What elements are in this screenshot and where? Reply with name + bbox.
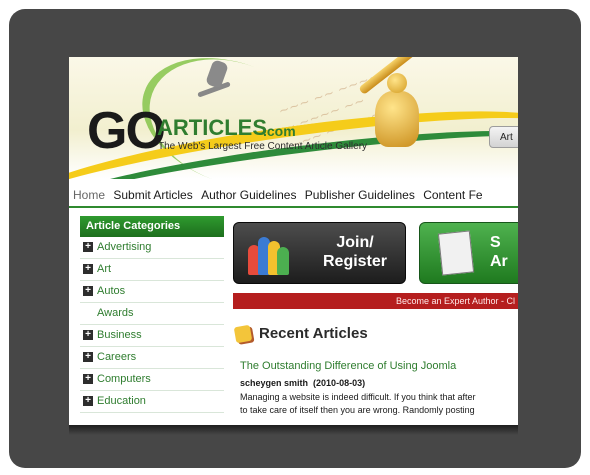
screenshot-shadow	[69, 425, 518, 435]
nav-content-feeds[interactable]: Content Fe	[423, 188, 482, 202]
gold-figure-icon	[375, 91, 419, 147]
join-register-button[interactable]: Join/ Register	[233, 222, 406, 284]
category-label[interactable]: Awards	[97, 303, 133, 324]
nav-publisher-guidelines[interactable]: Publisher Guidelines	[305, 188, 415, 202]
category-label[interactable]: Advertising	[97, 237, 151, 258]
expand-icon[interactable]: +	[83, 374, 93, 384]
submit-article-label: S Ar	[490, 233, 508, 271]
nav-home[interactable]: Home	[73, 188, 105, 202]
article-summary-line: Managing a website is indeed difficult. …	[240, 392, 476, 402]
expand-icon[interactable]: +	[83, 352, 93, 362]
category-label[interactable]: Careers	[97, 347, 136, 368]
join-register-label: Join/ Register	[310, 233, 400, 271]
category-business[interactable]: + Business	[80, 325, 224, 347]
category-autos[interactable]: + Autos	[80, 281, 224, 303]
join-label-line1: Join/	[336, 234, 374, 251]
category-advertising[interactable]: + Advertising	[80, 237, 224, 259]
article-date: (2010-08-03)	[313, 378, 366, 388]
recent-articles-heading: Recent Articles	[259, 325, 368, 342]
logo-go[interactable]: GO	[87, 105, 166, 157]
article-byline: scheygen smith (2010-08-03)	[240, 378, 365, 388]
paper-pencil-icon	[437, 230, 475, 276]
submit-label-line2: Ar	[490, 253, 508, 270]
category-label[interactable]: Art	[97, 259, 111, 280]
category-heading: Article Categories	[80, 216, 224, 237]
join-label-line2: Register	[322, 253, 388, 270]
expand-icon[interactable]: +	[83, 264, 93, 274]
category-education[interactable]: + Education	[80, 391, 224, 413]
star-icon	[233, 324, 253, 344]
gold-figure-head-icon	[387, 73, 407, 93]
expand-icon[interactable]: +	[83, 242, 93, 252]
category-computers[interactable]: + Computers	[80, 369, 224, 391]
header-button[interactable]: Art	[489, 126, 518, 148]
logo-articles[interactable]: ARTICLES	[157, 117, 267, 139]
expand-icon[interactable]: +	[83, 396, 93, 406]
submit-article-button[interactable]: S Ar	[419, 222, 518, 284]
nav-submit-articles[interactable]: Submit Articles	[113, 188, 192, 202]
site-header: ~~~ ~~ ~~~~ ~ ~~~~ ~~ ~~~ ~ ~~~~ GO ARTICL…	[69, 57, 518, 179]
category-label[interactable]: Education	[97, 391, 146, 412]
category-art[interactable]: + Art	[80, 259, 224, 281]
category-careers[interactable]: + Careers	[80, 347, 224, 369]
article-summary-line: to take care of itself then you are wron…	[240, 405, 475, 415]
website-screenshot: ~~~ ~~ ~~~~ ~ ~~~~ ~~ ~~~ ~ ~~~~ GO ARTICL…	[69, 57, 518, 429]
category-label[interactable]: Autos	[97, 281, 125, 302]
article-title-link[interactable]: The Outstanding Difference of Using Joom…	[240, 360, 456, 372]
nav-author-guidelines[interactable]: Author Guidelines	[201, 188, 296, 202]
submit-label-line1: S	[490, 234, 501, 251]
people-icon	[248, 231, 289, 275]
logo-com: .com	[263, 123, 296, 139]
category-label[interactable]: Computers	[97, 369, 151, 390]
category-sidebar: Article Categories + Advertising + Art +…	[80, 216, 224, 413]
article-author[interactable]: scheygen smith	[240, 378, 308, 388]
category-label[interactable]: Business	[97, 325, 142, 346]
category-awards[interactable]: Awards	[80, 303, 224, 325]
expand-icon[interactable]: +	[83, 286, 93, 296]
logo-tagline: The Web's Largest Free Content Article G…	[158, 141, 368, 152]
main-nav: Home Submit Articles Author Guidelines P…	[69, 184, 518, 208]
expert-author-banner[interactable]: Become an Expert Author - Cl	[233, 293, 518, 309]
expand-icon[interactable]: +	[83, 330, 93, 340]
